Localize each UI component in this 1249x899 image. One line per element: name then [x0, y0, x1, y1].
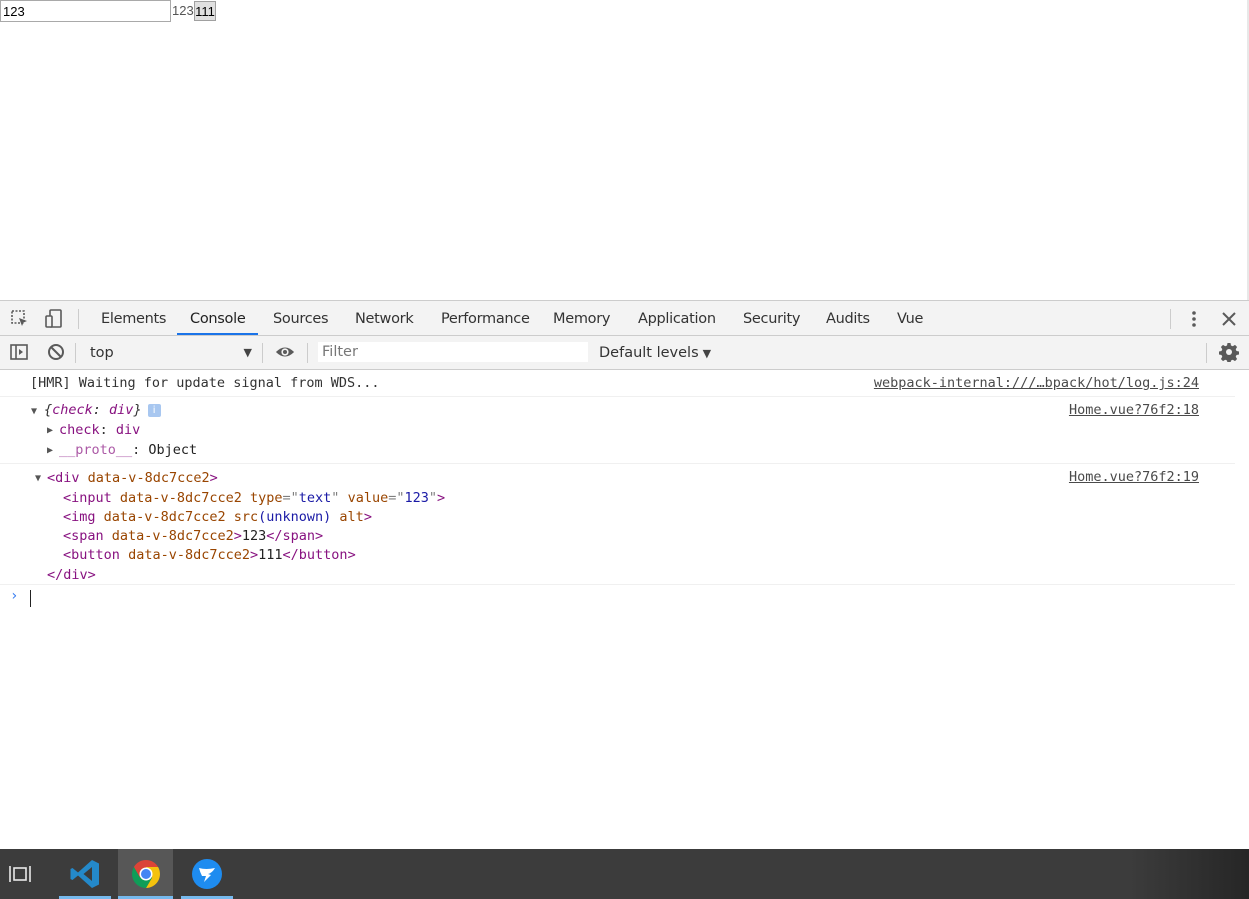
context-label: top — [90, 345, 114, 361]
console-message-element: ▼ Home.vue?76f2:19 <div data-v-8dc7cce2>… — [0, 464, 1235, 585]
dingtalk-icon[interactable] — [181, 849, 233, 899]
page-text-input[interactable] — [0, 0, 171, 22]
dom-node-div-close[interactable]: </div> — [47, 567, 96, 583]
device-toolbar-icon[interactable] — [44, 309, 64, 329]
log-levels-label: Default levels — [599, 345, 699, 361]
tab-sources[interactable]: Sources — [273, 301, 329, 335]
log-levels-dropdown[interactable]: Default levels ▼ — [599, 342, 711, 365]
tab-audits[interactable]: Audits — [826, 301, 870, 335]
tab-memory[interactable]: Memory — [553, 301, 610, 335]
tab-application[interactable]: Application — [638, 301, 716, 335]
dom-node-button[interactable]: <button data-v-8dc7cce2>111</button> — [63, 547, 356, 563]
context-selector[interactable]: top ▼ — [82, 342, 252, 364]
tab-console[interactable]: Console — [177, 301, 259, 335]
dom-node-img[interactable]: <img data-v-8dc7cce2 src(unknown) alt> — [63, 509, 372, 525]
devtools-tabbar: Elements Console Sources Network Perform… — [0, 301, 1249, 336]
source-link[interactable]: Home.vue?76f2:19 — [1069, 469, 1199, 485]
inspect-element-icon[interactable] — [10, 309, 30, 329]
expand-triangle-icon[interactable]: ▼ — [31, 406, 37, 417]
console-message-object: ▼ {check: div} i Home.vue?76f2:18 ▶ check… — [0, 397, 1235, 464]
object-prop-check[interactable]: check: div — [59, 422, 140, 438]
clear-console-icon[interactable] — [46, 342, 66, 362]
collapsed-triangle-icon[interactable]: ▶ — [47, 445, 53, 456]
page-span-text: 123 — [172, 3, 194, 18]
page-button[interactable]: 111 — [194, 1, 216, 21]
web-page: 123 111 — [0, 0, 1249, 300]
tab-security[interactable]: Security — [743, 301, 800, 335]
info-icon: i — [147, 404, 161, 417]
object-prop-proto[interactable]: __proto__: Object — [59, 442, 197, 458]
separator — [1170, 309, 1171, 329]
filter-input[interactable] — [317, 341, 589, 363]
separator — [78, 309, 79, 329]
console-prompt-icon: › — [10, 588, 19, 604]
close-icon[interactable] — [1219, 309, 1239, 329]
windows-taskbar — [0, 849, 1249, 899]
log-text: [HMR] Waiting for update signal from WDS… — [30, 375, 380, 391]
live-expression-eye-icon[interactable] — [275, 342, 295, 362]
separator — [262, 343, 263, 363]
expand-triangle-icon[interactable]: ▼ — [35, 473, 41, 484]
source-link[interactable]: Home.vue?76f2:18 — [1069, 402, 1199, 418]
separator — [75, 343, 76, 363]
console-output: [HMR] Waiting for update signal from WDS… — [0, 370, 1249, 850]
taskbar-shadow — [1129, 849, 1249, 899]
dom-node-input[interactable]: <input data-v-8dc7cce2 type="text" value… — [63, 490, 445, 506]
dom-node-div-open[interactable]: <div data-v-8dc7cce2> — [47, 470, 218, 486]
task-view-icon[interactable] — [0, 849, 40, 899]
console-input-caret[interactable] — [30, 590, 31, 607]
collapsed-triangle-icon[interactable]: ▶ — [47, 425, 53, 436]
separator — [307, 343, 308, 363]
console-message-hmr: [HMR] Waiting for update signal from WDS… — [0, 370, 1235, 397]
separator — [1206, 343, 1207, 363]
chevron-down-icon: ▼ — [243, 346, 252, 359]
vscode-icon[interactable] — [59, 849, 111, 899]
tab-network[interactable]: Network — [355, 301, 414, 335]
gear-icon[interactable] — [1219, 342, 1239, 362]
tab-performance[interactable]: Performance — [441, 301, 530, 335]
console-toolbar: top ▼ Default levels▼ — [0, 336, 1249, 370]
devtools-panel: Elements Console Sources Network Perform… — [0, 300, 1249, 850]
chrome-icon[interactable] — [118, 849, 173, 899]
source-link[interactable]: webpack-internal:///…bpack/hot/log.js:24 — [874, 375, 1199, 391]
tab-vue[interactable]: Vue — [897, 301, 923, 335]
chevron-down-icon: ▼ — [702, 347, 712, 360]
dom-node-span[interactable]: <span data-v-8dc7cce2>123</span> — [63, 528, 323, 544]
object-summary[interactable]: {check: div} i — [44, 402, 161, 418]
show-sidebar-icon[interactable] — [9, 342, 29, 362]
more-menu-icon[interactable] — [1184, 309, 1204, 329]
tab-elements[interactable]: Elements — [101, 301, 166, 335]
